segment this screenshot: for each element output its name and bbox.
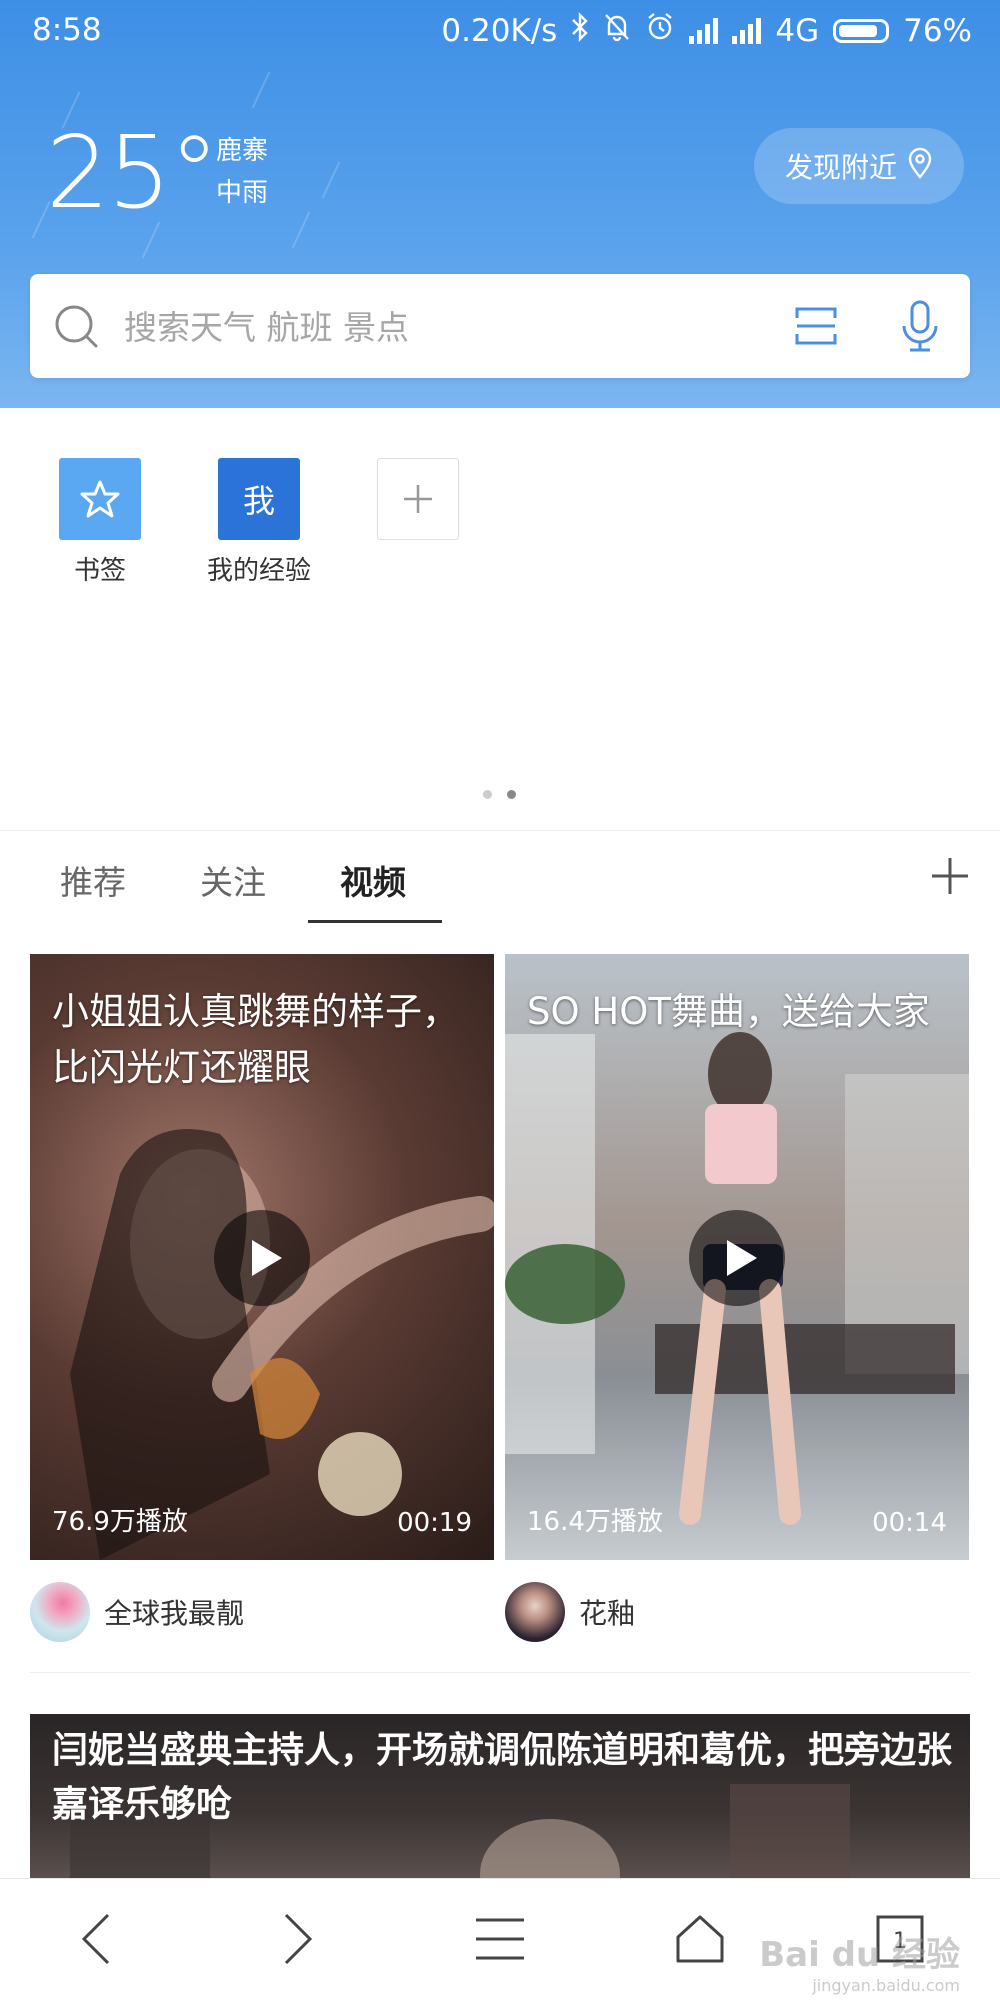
watermark-logo: Bai du 经验 jingyan.baidu.com xyxy=(759,1927,960,1995)
location-pin-icon xyxy=(907,147,933,186)
video-duration: 00:19 xyxy=(397,1508,472,1538)
watermark-text: Bai du 经验 xyxy=(759,1935,960,1975)
page-dot xyxy=(483,790,492,799)
forward-icon[interactable] xyxy=(268,1909,328,1969)
tab-recommend[interactable]: 推荐 xyxy=(60,856,126,904)
microphone-icon[interactable] xyxy=(898,298,942,358)
shortcut-my-experience[interactable]: 我 我的经验 xyxy=(194,458,324,587)
status-bar: 8:58 0.20K/s 4G 76% xyxy=(0,0,1000,64)
shortcut-label: 书签 xyxy=(73,556,126,586)
search-bar[interactable] xyxy=(30,274,970,378)
play-icon[interactable] xyxy=(689,1210,785,1306)
video-plays: 76.9万播放 xyxy=(52,1507,188,1537)
net-speed: 0.20K/s xyxy=(441,13,558,49)
back-icon[interactable] xyxy=(66,1909,126,1969)
network-type: 4G xyxy=(775,13,820,49)
city-name: 鹿寨 xyxy=(216,136,269,166)
shortcut-bookmarks[interactable]: 书签 xyxy=(35,458,165,587)
video-card[interactable]: 小姐姐认真跳舞的样子，比闪光灯还耀眼 76.9万播放 00:19 xyxy=(30,954,494,1560)
weather-condition: 中雨 xyxy=(216,178,269,208)
search-icon xyxy=(54,304,100,354)
star-icon xyxy=(59,458,141,540)
watermark-sub: jingyan.baidu.com xyxy=(812,1976,960,1995)
avatar xyxy=(505,1582,565,1642)
plus-icon xyxy=(377,458,459,540)
signal-icon-2 xyxy=(732,18,762,44)
author-name: 花釉 xyxy=(579,1597,636,1630)
author-name: 全球我最靓 xyxy=(104,1597,245,1630)
weather-header: 8:58 0.20K/s 4G 76% 25° 鹿寨 中雨 发现附近 xyxy=(0,0,1000,408)
bluetooth-icon xyxy=(571,12,589,50)
mute-bell-icon xyxy=(603,12,631,50)
video-author[interactable]: 花釉 xyxy=(505,1582,635,1642)
divider xyxy=(30,1672,970,1673)
scan-icon[interactable] xyxy=(794,304,838,352)
video-title: 小姐姐认真跳舞的样子，比闪光灯还耀眼 xyxy=(52,990,459,1089)
video-title: SO HOT舞曲，送给大家 xyxy=(527,990,930,1033)
my-experience-badge: 我 xyxy=(218,458,300,540)
video-duration: 00:14 xyxy=(872,1508,947,1538)
video-plays: 16.4万播放 xyxy=(527,1507,663,1537)
bottom-nav: 1 Bai du 经验 jingyan.baidu.com xyxy=(0,1878,1000,2001)
news-card[interactable]: 闫妮当盛典主持人，开场就调侃陈道明和葛优，把旁边张嘉译乐够呛 xyxy=(30,1714,970,1878)
shortcut-label: 我的经验 xyxy=(206,556,311,586)
tab-video[interactable]: 视频 xyxy=(340,856,406,904)
add-channel-icon[interactable] xyxy=(930,856,970,900)
discover-nearby-button[interactable]: 发现附近 xyxy=(754,128,964,204)
video-author[interactable]: 全球我最靓 xyxy=(30,1582,244,1642)
alarm-icon xyxy=(645,12,675,50)
battery-level: 76% xyxy=(903,13,972,49)
search-input[interactable] xyxy=(122,298,766,356)
temperature[interactable]: 25° xyxy=(46,118,219,228)
video-card[interactable]: SO HOT舞曲，送给大家 16.4万播放 00:14 xyxy=(505,954,969,1560)
status-time: 8:58 xyxy=(32,12,102,48)
battery-icon xyxy=(833,19,890,43)
news-title: 闫妮当盛典主持人，开场就调侃陈道明和葛优，把旁边张嘉译乐够呛 xyxy=(52,1730,953,1825)
page-dot-active xyxy=(507,790,516,799)
active-tab-indicator xyxy=(308,920,442,923)
home-icon[interactable] xyxy=(670,1909,730,1969)
signal-icon xyxy=(689,18,719,44)
shortcut-add[interactable] xyxy=(353,458,483,540)
avatar xyxy=(30,1582,90,1642)
tab-follow[interactable]: 关注 xyxy=(200,856,266,904)
play-icon[interactable] xyxy=(214,1210,310,1306)
nearby-label: 发现附近 xyxy=(784,151,897,184)
menu-icon[interactable] xyxy=(470,1909,530,1969)
divider xyxy=(0,830,1000,831)
weather-location[interactable]: 鹿寨 中雨 xyxy=(216,130,268,214)
